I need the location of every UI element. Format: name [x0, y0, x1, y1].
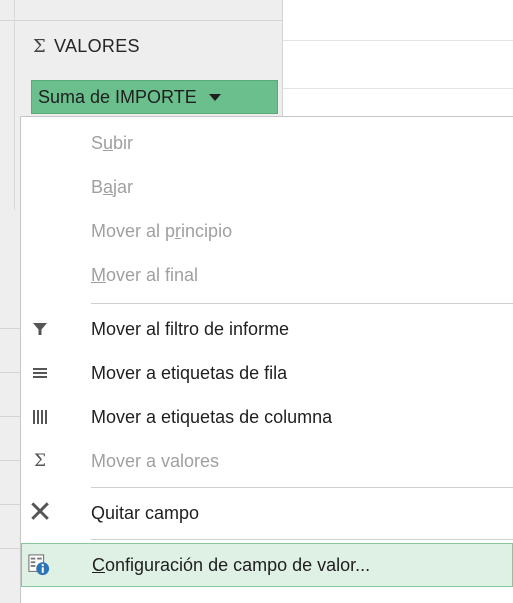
sigma-icon: Σ — [33, 451, 47, 471]
menu-item-remove-field[interactable]: ✕ Quitar campo — [21, 491, 513, 535]
menu-separator — [91, 487, 513, 488]
menu-item-move-up[interactable]: Subir — [21, 121, 513, 165]
menu-item-move-down[interactable]: Bajar — [21, 165, 513, 209]
field-settings-icon — [28, 554, 50, 576]
columns-icon — [29, 406, 51, 428]
rows-icon — [29, 362, 51, 384]
menu-item-move-to-values[interactable]: Σ Mover a valores — [21, 439, 513, 483]
menu-item-move-to-report-filter[interactable]: Mover al filtro de informe — [21, 307, 513, 351]
menu-item-move-to-column-labels[interactable]: Mover a etiquetas de columna — [21, 395, 513, 439]
value-field-chip-label: Suma de IMPORTE — [38, 86, 197, 107]
menu-item-move-to-row-labels[interactable]: Mover a etiquetas de fila — [21, 351, 513, 395]
menu-item-move-to-end[interactable]: Mover al final — [21, 253, 513, 297]
close-icon: ✕ — [27, 495, 53, 530]
values-area-title: Σ VALORES — [33, 36, 140, 57]
sigma-icon: Σ — [33, 36, 47, 57]
grid-row-line — [282, 88, 513, 89]
field-context-menu: Subir Bajar Mover al principio Mover al … — [20, 116, 513, 603]
menu-separator — [91, 539, 513, 540]
values-area-label: VALORES — [54, 36, 140, 56]
menu-separator — [91, 303, 513, 304]
value-field-chip[interactable]: Suma de IMPORTE — [31, 80, 278, 114]
grid-row-line — [282, 40, 513, 41]
filter-icon — [29, 318, 51, 340]
dropdown-arrow-icon[interactable] — [208, 93, 221, 101]
menu-item-move-to-beginning[interactable]: Mover al principio — [21, 209, 513, 253]
menu-item-value-field-settings[interactable]: Configuración de campo de valor... — [21, 543, 513, 587]
excel-pivot-field-context-screenshot: Σ VALORES Suma de IMPORTE Subir Bajar Mo… — [0, 0, 513, 603]
